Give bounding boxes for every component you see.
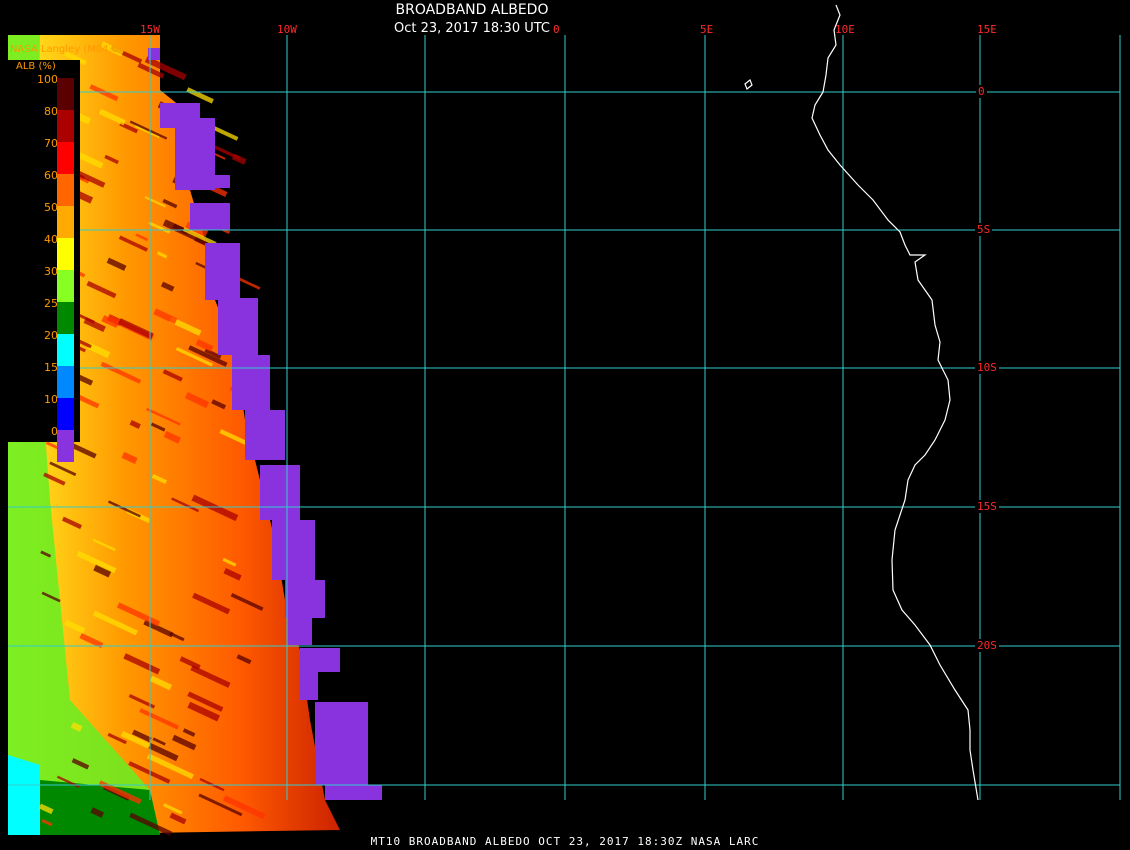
low-albedo-band [260,465,300,520]
low-albedo-band [190,175,230,188]
legend-swatch [57,398,74,430]
map-title: BROADBAND ALBEDO [395,2,549,18]
low-albedo-band [245,410,285,460]
legend-swatch [57,270,74,302]
longitude-label: 10W [277,23,297,36]
legend-label: 100 [37,73,58,86]
legend-swatch [57,174,74,206]
latitude-label: 20S [975,639,999,652]
cloud-streak [186,87,214,104]
island-outline [744,79,753,90]
longitude-label: 15E [977,23,997,36]
low-albedo-band [325,785,382,800]
legend-swatch [57,430,74,462]
low-albedo-band [288,618,312,645]
low-albedo-band [205,243,240,300]
low-albedo-band [300,672,318,700]
legend-label: 40 [44,233,58,246]
cloud-streak [231,153,247,165]
legend-label: 25 [44,297,58,310]
legend-swatch [57,366,74,398]
low-albedo-band [218,298,258,355]
clear-sky-patch [8,755,40,835]
latitude-label: 10S [975,361,999,374]
producer-label: NASA Langley (M04.0) [10,44,122,55]
legend-label: 70 [44,137,58,150]
legend-swatch [57,238,74,270]
legend-title: ALB (%) [16,61,56,72]
coastline [811,4,979,801]
footer-caption: MT10 BROADBAND ALBEDO OCT 23, 2017 18:30… [370,835,760,848]
latitude-label: 0 [976,85,987,98]
legend-label: 0 [51,425,58,438]
legend-swatch [57,142,74,174]
low-albedo-band [272,520,315,580]
albedo-legend: ALB (%) 100 80 70 60 50 40 30 25 20 15 10 0 [6,60,80,462]
longitude-label: 15W [140,23,160,36]
longitude-label: 10E [835,23,855,36]
low-albedo-band [190,203,230,230]
legend-swatch [57,334,74,366]
longitude-label: 0 [553,23,560,36]
legend-swatch [57,302,74,334]
longitude-label: 5E [700,23,714,36]
latitude-label: 5S [975,223,993,236]
legend-swatch [57,206,74,238]
latitude-label: 15S [975,500,999,513]
legend-label: 80 [44,105,58,118]
legend-label: 15 [44,361,58,374]
legend-label: 50 [44,201,58,214]
legend-label: 60 [44,169,58,182]
legend-swatch [57,78,74,110]
legend-label: 20 [44,329,58,342]
low-albedo-band [232,355,270,410]
legend-label: 10 [44,393,58,406]
low-albedo-band [285,580,325,618]
low-albedo-band [315,702,368,785]
albedo-map [8,4,1121,837]
legend-label: 30 [44,265,58,278]
legend-swatch [57,110,74,142]
low-albedo-band [300,648,340,672]
